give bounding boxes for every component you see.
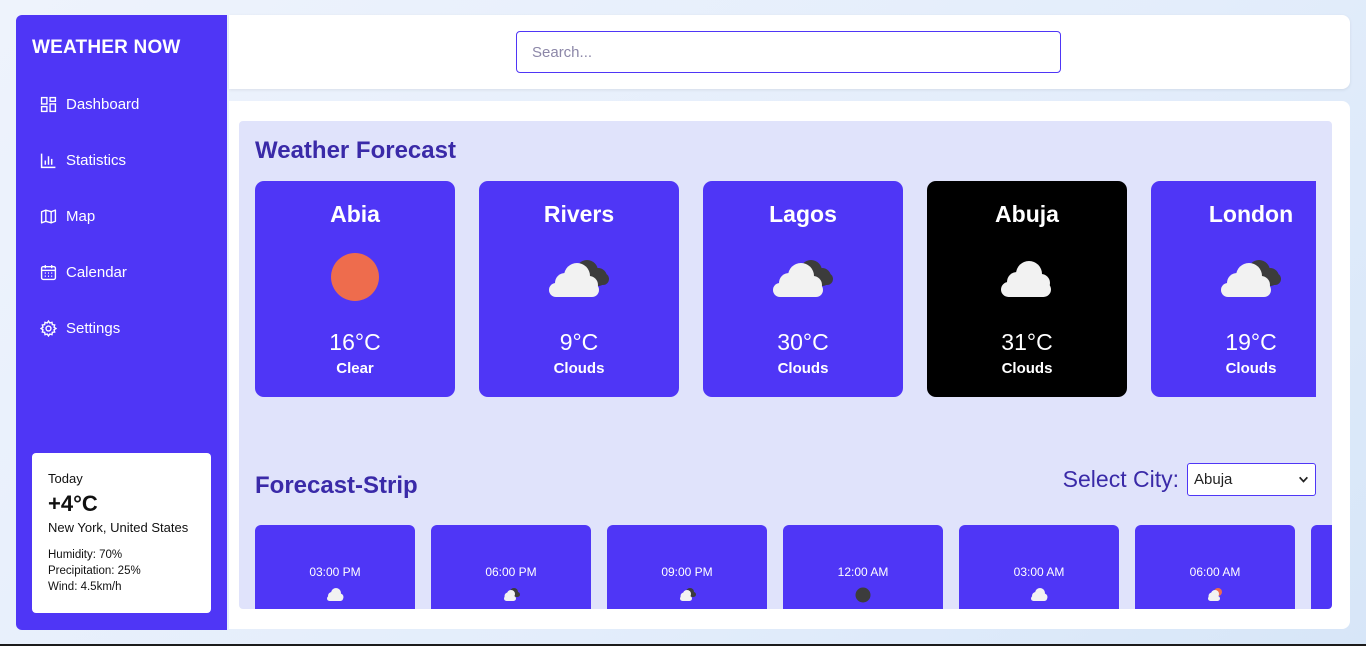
strip-slot xyxy=(1311,525,1332,609)
today-stats: Humidity: 70% Precipitation: 25% Wind: 4… xyxy=(48,547,195,595)
card-city: Abuja xyxy=(995,201,1059,227)
sidebar: WEATHER NOW Dashboard Statistics Map Cal… xyxy=(16,15,227,630)
today-label: Today xyxy=(48,471,83,486)
forecast-strip: 03:00 PM 06:00 PM 09:00 PM 12:00 AM 03:0… xyxy=(255,525,1332,609)
select-city-label: Select City: xyxy=(1062,466,1179,492)
card-condition: Clouds xyxy=(1225,360,1277,377)
main-panel: Weather Forecast Abia 16°C Clear Rivers … xyxy=(229,101,1350,629)
dashboard-icon xyxy=(40,96,57,112)
today-temperature: +4°C xyxy=(48,491,98,516)
card-temperature: 9°C xyxy=(559,329,599,355)
slot-time: 06:00 PM xyxy=(485,565,537,579)
today-location: New York, United States xyxy=(48,520,189,535)
sidebar-item-label: Settings xyxy=(66,319,121,337)
slot-time: 09:00 PM xyxy=(661,565,713,579)
forecast-card-lagos[interactable]: Lagos 30°C Clouds xyxy=(703,181,903,397)
strip-slot: 06:00 AM xyxy=(1135,525,1295,609)
strip-slot: 03:00 AM xyxy=(959,525,1119,609)
card-temperature: 19°C xyxy=(1225,329,1277,355)
bar-chart-icon xyxy=(40,153,56,168)
today-wind: Wind: 4.5km/h xyxy=(48,581,122,593)
selected-city: Abuja xyxy=(1194,471,1233,488)
card-city: Rivers xyxy=(543,201,615,227)
broken-clouds-icon xyxy=(1221,260,1281,297)
strip-slot: 09:00 PM xyxy=(607,525,767,609)
app-title: WEATHER NOW xyxy=(32,37,181,58)
top-bar xyxy=(229,15,1350,89)
forecast-card-abuja[interactable]: Abuja 31°C Clouds xyxy=(927,181,1127,397)
card-temperature: 16°C xyxy=(329,329,381,355)
strip-slot: 06:00 PM xyxy=(431,525,591,609)
dark-cloud-icon xyxy=(855,587,871,603)
sidebar-item-label: Map xyxy=(66,207,96,225)
sidebar-item-dashboard[interactable]: Dashboard xyxy=(40,93,139,115)
sidebar-item-label: Dashboard xyxy=(66,95,140,113)
sidebar-nav: Dashboard Statistics Map Calendar Settin… xyxy=(40,93,139,373)
search-input[interactable] xyxy=(516,31,1061,73)
few-clouds-day-icon xyxy=(1208,588,1222,601)
sidebar-item-label: Statistics xyxy=(66,151,127,169)
card-city: Lagos xyxy=(769,201,837,227)
sidebar-item-statistics[interactable]: Statistics xyxy=(40,149,139,171)
card-condition: Clouds xyxy=(1001,360,1053,377)
sidebar-item-map[interactable]: Map xyxy=(40,205,139,227)
card-condition: Clear xyxy=(336,360,374,377)
card-city: London xyxy=(1208,201,1294,227)
forecast-strip-title: Forecast-Strip xyxy=(255,472,418,499)
slot-time: 03:00 AM xyxy=(1013,565,1065,579)
calendar-icon xyxy=(40,264,57,280)
broken-clouds-icon xyxy=(680,588,696,601)
forecast-card-london[interactable]: London 19°C Clouds xyxy=(1151,181,1316,397)
cloud-icon xyxy=(1031,588,1048,601)
broken-clouds-icon xyxy=(504,588,520,601)
city-selector: Select City: Abuja xyxy=(1063,463,1316,496)
sun-icon xyxy=(331,253,379,301)
card-condition: Clouds xyxy=(553,360,605,377)
card-city: Abia xyxy=(330,201,380,227)
sidebar-item-calendar[interactable]: Calendar xyxy=(40,261,139,283)
forecast-card-abia[interactable]: Abia 16°C Clear xyxy=(255,181,455,397)
forecast-card-rivers[interactable]: Rivers 9°C Clouds xyxy=(479,181,679,397)
broken-clouds-icon xyxy=(549,260,609,297)
cloud-icon xyxy=(1001,261,1051,297)
cloud-icon xyxy=(327,588,344,601)
map-icon xyxy=(40,208,57,224)
strip-slot: 03:00 PM xyxy=(255,525,415,609)
card-temperature: 31°C xyxy=(1001,329,1053,355)
card-condition: Clouds xyxy=(777,360,829,377)
today-humidity: Humidity: 70% xyxy=(48,549,123,561)
today-precipitation: Precipitation: 25% xyxy=(48,565,141,577)
forecast-title: Weather Forecast xyxy=(255,137,456,164)
broken-clouds-icon xyxy=(773,260,833,297)
strip-slot: 12:00 AM xyxy=(783,525,943,609)
sidebar-item-label: Calendar xyxy=(66,263,127,281)
city-select[interactable]: Abuja xyxy=(1187,463,1316,496)
slot-time: 03:00 PM xyxy=(309,565,361,579)
sidebar-item-settings[interactable]: Settings xyxy=(40,317,139,339)
content-area: Weather Forecast Abia 16°C Clear Rivers … xyxy=(239,121,1332,609)
slot-time: 06:00 AM xyxy=(1189,565,1241,579)
today-weather-card: Today +4°C New York, United States Humid… xyxy=(32,453,211,613)
gear-icon xyxy=(40,319,57,337)
slot-time: 12:00 AM xyxy=(837,565,889,579)
forecast-cards: Abia 16°C Clear Rivers 9°C Clouds Lagos xyxy=(255,181,1316,397)
chevron-down-icon xyxy=(1299,476,1308,483)
card-temperature: 30°C xyxy=(777,329,829,355)
